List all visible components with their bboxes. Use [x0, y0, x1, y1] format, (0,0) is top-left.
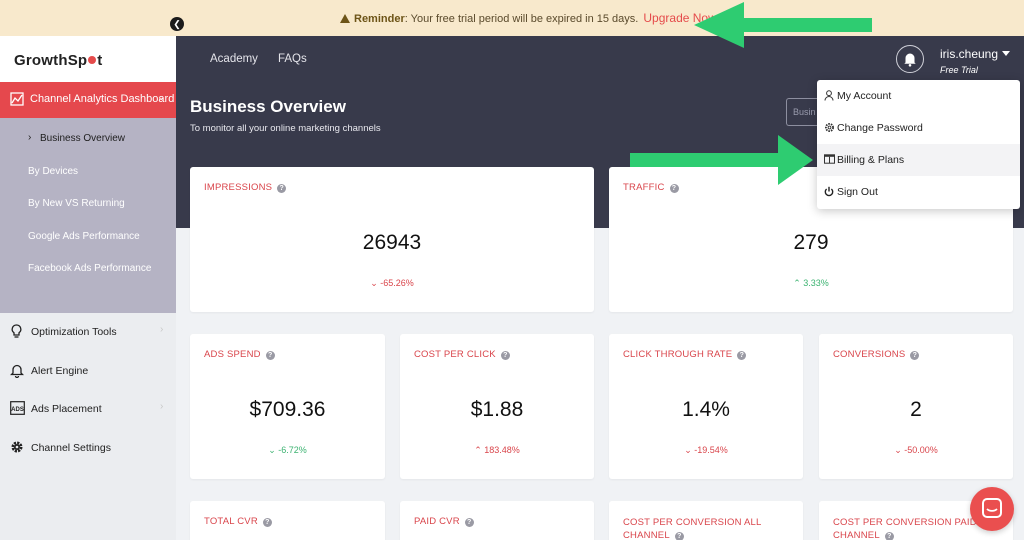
menu-item-change-password[interactable]: Change Password: [817, 112, 1020, 144]
growthspot-logo[interactable]: GrowthSp t: [14, 52, 102, 69]
chevron-right-icon: ›: [160, 324, 164, 335]
ads-spend-value: $709.36: [249, 398, 326, 421]
ads-spend-change: -6.72%: [278, 445, 307, 455]
help-icon[interactable]: ?: [910, 351, 920, 360]
sidebar-collapse-button[interactable]: ❮: [170, 17, 184, 31]
sidebar-item-ads-placement[interactable]: ADS Ads Placement ›: [0, 390, 176, 429]
bell-icon: [904, 53, 916, 67]
billing-icon: [824, 154, 835, 167]
reminder-label: Reminder: [354, 13, 405, 25]
sidebar-submenu: › Business Overview By Devices By New VS…: [0, 118, 176, 313]
logo-area: GrowthSp t: [0, 36, 176, 82]
chevron-right-icon: ›: [28, 132, 32, 143]
sidebar: GrowthSp t Channel Analytics Dashboard ⌄ …: [0, 36, 176, 540]
user-dropdown-menu: My Account Change Password Billing & Pla…: [817, 80, 1020, 209]
arrow-up-icon: ⌃: [474, 445, 485, 455]
gear-icon: [10, 440, 24, 457]
bell-icon: [9, 363, 25, 381]
arrow-down-icon: ⌄: [268, 445, 279, 455]
menu-item-billing-plans[interactable]: Billing & Plans: [817, 144, 1020, 176]
ads-icon: ADS: [10, 401, 25, 418]
help-icon[interactable]: ?: [884, 532, 894, 540]
menu-item-my-account[interactable]: My Account: [817, 80, 1020, 112]
arrow-down-icon: ⌄: [370, 278, 381, 288]
click-through-rate-card: CLICK THROUGH RATE? 1.4% ⌄ -19.54%: [609, 334, 803, 479]
chart-icon: [10, 92, 24, 109]
help-icon[interactable]: ?: [669, 184, 679, 193]
traffic-change: 3.33%: [803, 278, 829, 288]
help-icon[interactable]: ?: [265, 351, 275, 360]
traffic-value: 279: [793, 231, 829, 254]
subitem-by-devices[interactable]: By Devices: [0, 155, 176, 188]
page-title: Business Overview: [190, 97, 346, 116]
arrow-down-icon: ⌄: [684, 445, 695, 455]
click-through-rate-value: 1.4%: [682, 398, 730, 421]
subitem-business-overview[interactable]: › Business Overview: [0, 122, 176, 155]
menu-item-sign-out[interactable]: Sign Out: [817, 176, 1020, 208]
help-icon[interactable]: ?: [262, 518, 272, 527]
conversions-change: -50.00%: [904, 445, 938, 455]
sidebar-item-channel-settings[interactable]: Channel Settings: [0, 429, 176, 468]
user-icon: [824, 90, 834, 104]
chat-support-button[interactable]: [970, 487, 1014, 531]
help-icon[interactable]: ?: [674, 532, 684, 540]
help-icon[interactable]: ?: [737, 351, 747, 360]
ads-spend-card: ADS SPEND? $709.36 ⌄ -6.72%: [190, 334, 385, 479]
arrow-down-icon: ⌄: [894, 445, 905, 455]
gear-icon: [824, 122, 835, 136]
impressions-change: -65.26%: [380, 278, 414, 288]
power-icon: [824, 186, 834, 200]
reminder-message: : Your free trial period will be expired…: [404, 13, 639, 25]
conversions-card: CONVERSIONS? 2 ⌄ -50.00%: [819, 334, 1013, 479]
lightbulb-icon: [10, 324, 23, 342]
cost-per-click-value: $1.88: [470, 398, 524, 421]
nav-academy[interactable]: Academy: [210, 53, 258, 65]
annotation-arrow-upgrade: [694, 2, 872, 48]
chat-icon: [982, 498, 1002, 518]
user-name: iris.cheung: [940, 47, 999, 61]
page-subtitle: To monitor all your online marketing cha…: [190, 123, 381, 134]
arrow-up-icon: ⌃: [793, 278, 804, 288]
help-icon[interactable]: ?: [464, 518, 474, 527]
subitem-google-ads-performance[interactable]: Google Ads Performance: [0, 220, 176, 253]
conversions-value: 2: [910, 398, 922, 421]
help-icon[interactable]: ?: [500, 351, 510, 360]
user-menu-toggle[interactable]: iris.cheung Free Trial: [940, 45, 1011, 75]
nav-faqs[interactable]: FAQs: [278, 53, 307, 65]
total-cvr-card: TOTAL CVR?: [190, 501, 385, 540]
cost-per-click-change: 183.48%: [484, 445, 520, 455]
chevron-right-icon: ›: [160, 401, 164, 412]
impressions-card: IMPRESSIONS? 26943 ⌄ -65.26%: [190, 167, 594, 312]
sidebar-item-channel-analytics-dashboard[interactable]: Channel Analytics Dashboard ⌄: [0, 82, 176, 118]
warning-icon: [340, 14, 350, 23]
svg-text:ADS: ADS: [11, 407, 24, 413]
logo-dot-icon: [88, 56, 97, 64]
help-icon[interactable]: ?: [277, 184, 287, 193]
top-navbar: Academy FAQs iris.cheung Free Trial: [176, 36, 1024, 82]
subitem-facebook-ads-performance[interactable]: Facebook Ads Performance: [0, 252, 176, 285]
subitem-by-new-vs-returning[interactable]: By New VS Returning: [0, 187, 176, 220]
click-through-rate-change: -19.54%: [694, 445, 728, 455]
cost-per-conversion-all-card: COST PER CONVERSION ALL CHANNEL?: [609, 501, 803, 540]
chevron-down-icon: ⌄: [157, 92, 166, 103]
sidebar-item-alert-engine[interactable]: Alert Engine: [0, 352, 176, 391]
sidebar-item-optimization-tools[interactable]: Optimization Tools ›: [0, 313, 176, 352]
notifications-button[interactable]: [896, 45, 924, 73]
paid-cvr-card: PAID CVR?: [400, 501, 594, 540]
caret-down-icon: [1002, 51, 1011, 56]
cost-per-click-card: COST PER CLICK? $1.88 ⌃ 183.48%: [400, 334, 594, 479]
user-plan: Free Trial: [940, 65, 978, 75]
annotation-arrow-billing: [630, 135, 813, 185]
impressions-value: 26943: [362, 231, 422, 254]
